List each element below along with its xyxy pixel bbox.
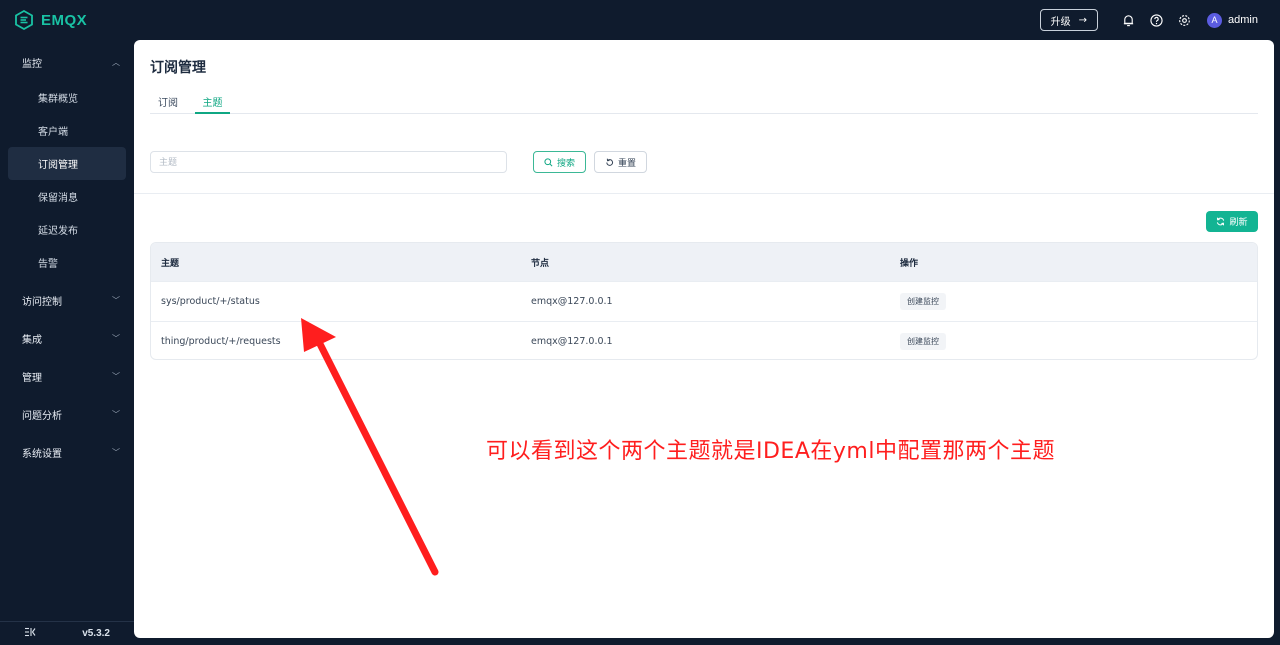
search-button[interactable]: 搜索 <box>533 151 586 173</box>
sidebar-group-label: 管理 <box>22 372 42 384</box>
chevron-down-icon: ﹀ <box>112 409 120 419</box>
username[interactable]: admin <box>1228 14 1258 26</box>
sidebar-item-delayed-publish[interactable]: 延迟发布 <box>8 213 126 246</box>
table-row: sys/product/+/status emqx@127.0.0.1 创建监控 <box>151 281 1257 321</box>
brand-name: EMQX <box>41 11 88 29</box>
sidebar-group-management[interactable]: 管理 ﹀ <box>0 357 134 395</box>
tab-topics[interactable]: 主题 <box>195 94 230 114</box>
upgrade-button[interactable]: 升级 → <box>1039 9 1099 31</box>
help-icon[interactable] <box>1149 13 1163 27</box>
gear-icon[interactable] <box>1177 13 1191 27</box>
chevron-down-icon: ﹀ <box>112 333 120 343</box>
sidebar-item-clients[interactable]: 客户端 <box>8 114 126 147</box>
page-title: 订阅管理 <box>150 60 206 76</box>
sidebar-group-label: 监控 <box>22 58 42 70</box>
main-panel: 订阅管理 订阅 主题 搜索 重置 刷新 主题 节点 操作 sys/product… <box>134 40 1274 638</box>
version-label: v5.3.2 <box>82 628 110 639</box>
sidebar-group-label: 问题分析 <box>22 410 62 422</box>
column-header-actions: 操作 <box>900 258 919 269</box>
chevron-down-icon: ﹀ <box>112 371 120 381</box>
avatar[interactable]: A <box>1207 12 1223 28</box>
topics-table: 主题 节点 操作 sys/product/+/status emqx@127.0… <box>150 242 1258 360</box>
sidebar-group-label: 系统设置 <box>22 448 62 460</box>
refresh-button[interactable]: 刷新 <box>1206 211 1258 232</box>
reset-icon <box>606 158 614 166</box>
emqx-logo[interactable]: EMQX <box>14 10 87 30</box>
search-icon <box>544 157 553 166</box>
reset-button-label: 重置 <box>617 158 636 169</box>
emqx-logo-icon <box>15 10 33 30</box>
upgrade-label: 升级 <box>1050 16 1071 28</box>
search-button-label: 搜索 <box>556 158 575 169</box>
sidebar-group-label: 访问控制 <box>22 296 62 308</box>
topic-cell: sys/product/+/status <box>161 296 260 307</box>
sidebar-item-retained-messages[interactable]: 保留消息 <box>8 180 126 213</box>
node-cell: emqx@127.0.0.1 <box>531 296 613 307</box>
reset-button[interactable]: 重置 <box>594 151 647 173</box>
table-row: thing/product/+/requests emqx@127.0.0.1 … <box>151 321 1257 359</box>
collapse-sidebar-icon[interactable] <box>24 627 36 640</box>
sidebar-footer: v5.3.2 <box>0 621 134 645</box>
sidebar-group-integration[interactable]: 集成 ﹀ <box>0 319 134 357</box>
chevron-down-icon: ﹀ <box>112 295 120 305</box>
topic-cell: thing/product/+/requests <box>161 336 281 347</box>
sidebar-group-diagnostics[interactable]: 问题分析 ﹀ <box>0 395 134 433</box>
node-cell: emqx@127.0.0.1 <box>531 336 613 347</box>
sidebar-item-subscriptions[interactable]: 订阅管理 <box>8 147 126 180</box>
top-bar: EMQX 升级 → A admin <box>0 0 1280 40</box>
tab-subscriptions[interactable]: 订阅 <box>158 94 178 114</box>
column-header-topic: 主题 <box>161 258 180 269</box>
top-right-actions: 升级 → A admin <box>1039 0 1258 40</box>
tab-bar: 订阅 主题 <box>150 90 1258 114</box>
sidebar-item-alarms[interactable]: 告警 <box>8 246 126 279</box>
refresh-icon <box>1217 217 1225 226</box>
annotation-text: 可以看到这个两个主题就是IDEA在yml中配置那两个主题 <box>486 439 1055 464</box>
refresh-button-label: 刷新 <box>1229 218 1248 228</box>
sidebar-group-access-control[interactable]: 访问控制 ﹀ <box>0 281 134 319</box>
sidebar-group-label: 集成 <box>22 334 42 346</box>
bell-icon[interactable] <box>1121 13 1135 27</box>
sidebar: 监控 ︿ 集群概览 客户端 订阅管理 保留消息 延迟发布 告警 访问控制 ﹀ 集… <box>0 40 134 645</box>
column-header-node: 节点 <box>531 258 550 269</box>
sidebar-group-monitor[interactable]: 监控 ︿ <box>0 43 134 81</box>
topic-search-input[interactable] <box>150 151 507 173</box>
table-header: 主题 节点 操作 <box>151 243 1257 281</box>
section-divider <box>134 193 1274 194</box>
sidebar-group-system-settings[interactable]: 系统设置 ﹀ <box>0 433 134 471</box>
create-monitor-button[interactable]: 创建监控 <box>900 293 946 310</box>
chevron-up-icon: ︿ <box>112 57 120 67</box>
sidebar-item-cluster-overview[interactable]: 集群概览 <box>8 81 126 114</box>
chevron-down-icon: ﹀ <box>112 447 120 457</box>
arrow-right-icon: → <box>1078 14 1088 26</box>
create-monitor-button[interactable]: 创建监控 <box>900 333 946 350</box>
